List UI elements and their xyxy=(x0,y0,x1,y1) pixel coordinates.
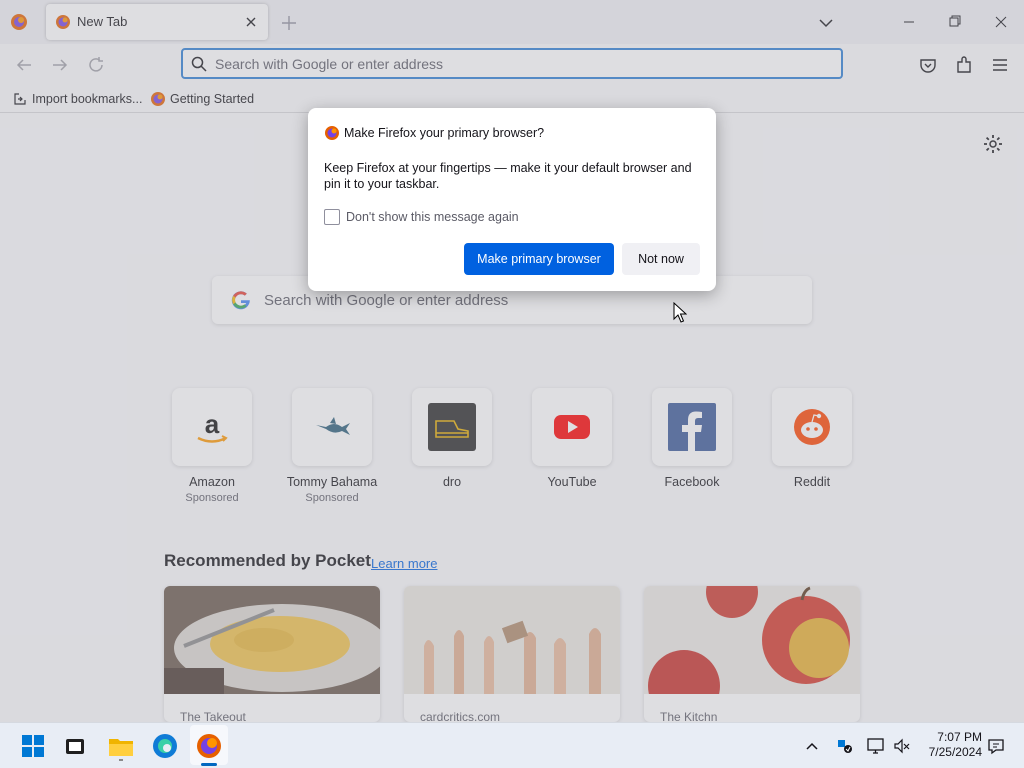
default-browser-dialog: Make Firefox your primary browser? Keep … xyxy=(308,108,716,291)
windows-start-icon[interactable] xyxy=(18,731,48,761)
volume-muted-icon[interactable] xyxy=(892,736,912,756)
dialog-message: Keep Firefox at your fingertips — make i… xyxy=(324,161,692,191)
task-view-icon[interactable] xyxy=(60,731,90,761)
not-now-button[interactable]: Not now xyxy=(622,243,700,275)
active-app-indicator xyxy=(201,763,217,766)
make-primary-browser-button[interactable]: Make primary browser xyxy=(464,243,614,275)
firefox-taskbar-icon[interactable] xyxy=(194,731,224,761)
security-tray-icon[interactable] xyxy=(834,736,854,756)
file-explorer-icon[interactable] xyxy=(106,731,136,761)
clock-time: 7:07 PM xyxy=(937,730,982,744)
system-clock[interactable]: 7:07 PM 7/25/2024 xyxy=(918,730,982,760)
clock-date: 7/25/2024 xyxy=(928,745,982,759)
dont-show-again-checkbox[interactable] xyxy=(324,209,340,225)
edge-browser-icon[interactable] xyxy=(150,731,180,761)
dialog-title: Make Firefox your primary browser? xyxy=(344,126,545,140)
dont-show-again-label[interactable]: Don't show this message again xyxy=(346,210,519,224)
network-icon[interactable] xyxy=(866,736,886,756)
notifications-icon[interactable] xyxy=(986,736,1006,756)
mouse-cursor-icon xyxy=(673,302,687,323)
windows-taskbar: 7:07 PM 7/25/2024 xyxy=(0,722,1024,768)
show-hidden-icons-chevron-icon[interactable] xyxy=(802,736,822,756)
firefox-icon xyxy=(325,126,339,140)
